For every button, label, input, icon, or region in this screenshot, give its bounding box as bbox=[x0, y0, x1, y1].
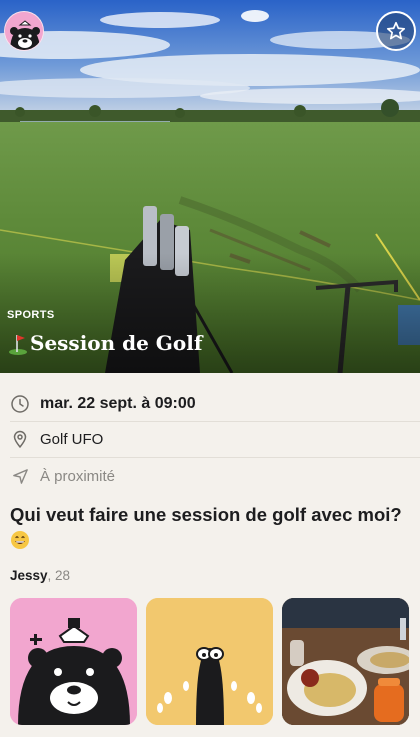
navigation-arrow-icon bbox=[10, 466, 30, 486]
bear-avatar-icon bbox=[5, 12, 43, 50]
event-cover-photo: SPORTS Session de Golf bbox=[0, 0, 420, 373]
host-info[interactable]: Jessy, 28 bbox=[10, 568, 70, 583]
event-title-row: Session de Golf bbox=[7, 330, 202, 356]
event-date: mar. 22 sept. à 09:00 bbox=[40, 395, 196, 412]
event-distance-row: À proximité bbox=[0, 458, 420, 494]
host-photo-2[interactable] bbox=[146, 598, 273, 725]
penguin-illustration-icon bbox=[146, 598, 273, 725]
event-description: Qui veut faire une session de golf avec … bbox=[10, 502, 412, 554]
event-date-row: mar. 22 sept. à 09:00 bbox=[0, 386, 420, 422]
event-place-row[interactable]: Golf UFO bbox=[0, 421, 420, 457]
star-icon bbox=[386, 21, 406, 40]
clock-icon bbox=[10, 394, 30, 414]
host-avatar-button[interactable] bbox=[4, 11, 44, 51]
event-question: Qui veut faire une session de golf avec … bbox=[10, 504, 402, 525]
bear-avatar-icon bbox=[10, 598, 137, 725]
food-table-photo bbox=[282, 598, 409, 725]
location-pin-icon bbox=[10, 429, 30, 449]
event-distance: À proximité bbox=[40, 467, 116, 485]
event-place: Golf UFO bbox=[40, 430, 104, 448]
host-photo-1[interactable] bbox=[10, 598, 137, 725]
host-photo-3[interactable] bbox=[282, 598, 409, 725]
event-category: SPORTS bbox=[7, 309, 55, 321]
event-title: Session de Golf bbox=[30, 331, 203, 355]
host-name: Jessy bbox=[10, 568, 48, 583]
host-age: , 28 bbox=[47, 568, 71, 583]
grinning-face-icon bbox=[11, 531, 29, 549]
golf-flag-icon bbox=[9, 335, 27, 355]
favorite-button[interactable] bbox=[376, 11, 416, 51]
